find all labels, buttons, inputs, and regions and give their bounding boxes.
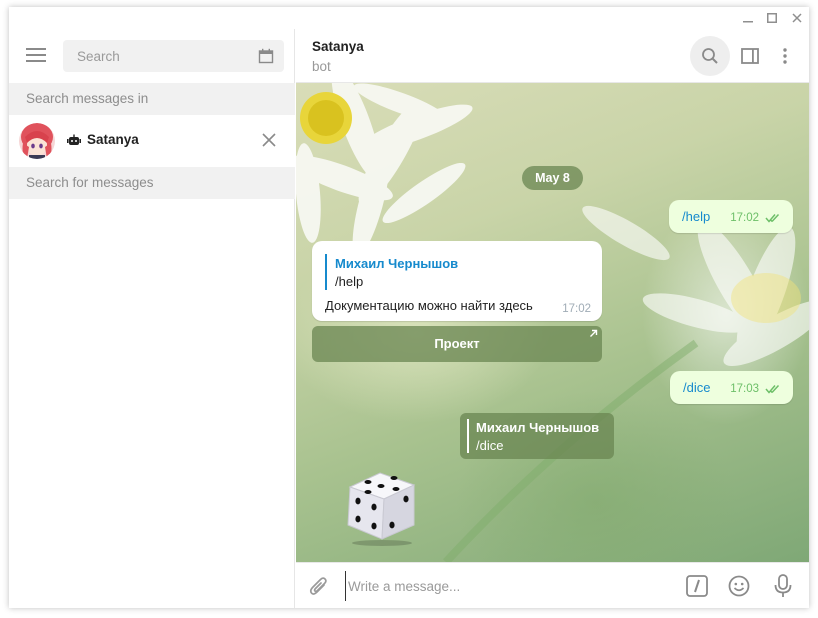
inline-keyboard-button[interactable]: Проект <box>312 326 602 362</box>
dice-sticker[interactable] <box>340 463 424 547</box>
message-time: 17:02 <box>562 303 591 315</box>
close-icon[interactable] <box>261 132 277 148</box>
hamburger-menu-icon[interactable] <box>25 46 47 64</box>
chat-name: Satanya <box>87 132 139 147</box>
peer-name[interactable]: Satanya <box>312 39 364 54</box>
reply-bar <box>325 254 327 290</box>
attach-icon[interactable] <box>308 576 330 598</box>
sticker-reply-header[interactable]: Михаил Чернышов /dice <box>460 413 614 459</box>
close-window-icon[interactable] <box>788 10 806 26</box>
minimize-icon[interactable] <box>739 10 757 26</box>
chat-header: Satanya bot <box>296 29 809 83</box>
message-composer <box>296 562 809 608</box>
more-options-icon[interactable] <box>765 36 805 76</box>
app-window: Search messages in <box>9 7 809 608</box>
microphone-icon[interactable] <box>771 574 795 598</box>
inline-button-label: Проект <box>434 336 480 351</box>
bot-commands-icon[interactable] <box>685 574 709 598</box>
reply-author: Михаил Чернышов <box>476 420 600 435</box>
sidebar-toggle-icon[interactable] <box>730 36 770 76</box>
chat-panel: Satanya bot May 8 /help 17:02 Михаил Чер… <box>296 29 809 608</box>
emoji-icon[interactable] <box>727 574 751 598</box>
message-time: 17:03 <box>730 383 759 395</box>
maximize-icon[interactable] <box>763 10 781 26</box>
message-time: 17:02 <box>730 212 759 224</box>
message-text: Документацию можно найти здесь <box>325 298 533 313</box>
outgoing-message[interactable]: /help 17:02 <box>669 200 793 233</box>
left-sidebar: Search messages in <box>9 29 295 608</box>
search-for-messages-label[interactable]: Search for messages <box>9 167 295 199</box>
message-input[interactable] <box>345 571 675 601</box>
calendar-icon[interactable] <box>258 48 274 64</box>
reply-author[interactable]: Михаил Чернышов <box>335 256 458 271</box>
incoming-message[interactable]: Михаил Чернышов /help Документацию можно… <box>312 241 602 321</box>
title-bar <box>9 7 809 29</box>
outgoing-message[interactable]: /dice 17:03 <box>670 371 793 404</box>
bot-command-link[interactable]: /dice <box>683 380 710 395</box>
avatar <box>19 123 55 159</box>
date-separator: May 8 <box>522 166 583 190</box>
reply-bar <box>467 419 469 453</box>
search-box <box>63 40 284 72</box>
chat-item-satanya[interactable]: Satanya <box>9 115 295 167</box>
reply-preview: /help <box>335 274 364 289</box>
reply-preview: /dice <box>476 438 504 453</box>
bot-command-link[interactable]: /help <box>682 209 710 224</box>
peer-status: bot <box>312 59 331 74</box>
message-history[interactable]: May 8 /help 17:02 Михаил Чернышов /help … <box>296 83 809 562</box>
double-check-icon <box>765 384 780 394</box>
search-messages-in-label: Search messages in <box>9 83 295 115</box>
double-check-icon <box>765 213 780 223</box>
external-link-icon <box>590 329 598 337</box>
search-input[interactable] <box>63 40 243 72</box>
bot-icon <box>67 134 81 145</box>
search-icon[interactable] <box>690 36 730 76</box>
